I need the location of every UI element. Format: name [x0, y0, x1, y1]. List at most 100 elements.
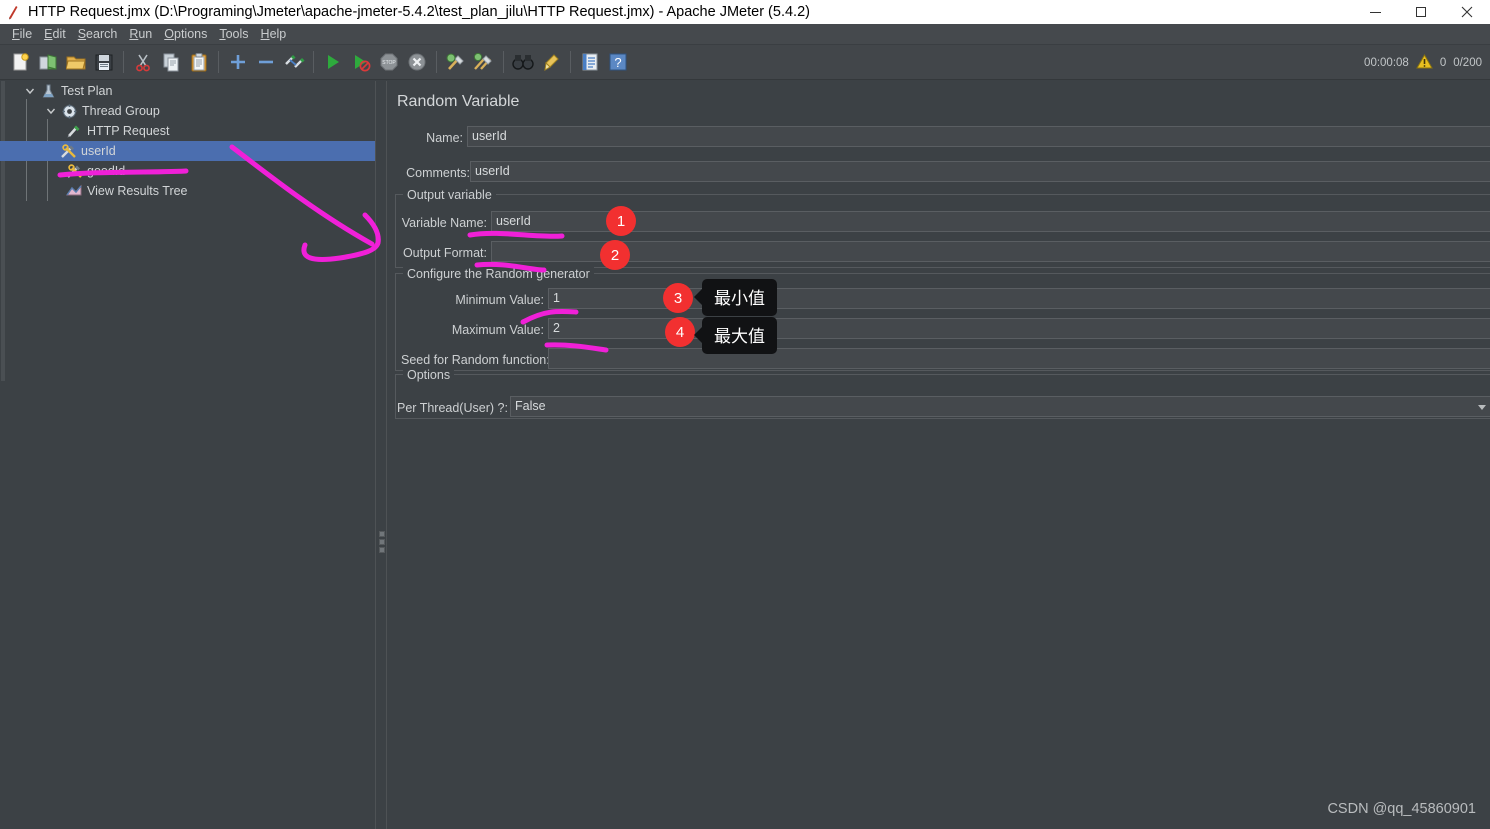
menu-help[interactable]: Help — [255, 25, 293, 44]
shutdown-button[interactable] — [404, 49, 430, 75]
templates-button[interactable] — [35, 49, 61, 75]
chevron-down-icon[interactable] — [1478, 405, 1486, 410]
watermark: CSDN @qq_45860901 — [1327, 801, 1476, 817]
maximize-button[interactable] — [1398, 0, 1444, 24]
name-label: Name: — [426, 131, 463, 145]
function-helper-button[interactable] — [577, 49, 603, 75]
menu-options[interactable]: Options — [158, 25, 213, 44]
seed-label: Seed for Random function: — [401, 353, 550, 367]
tree-node-label: goodId — [87, 164, 126, 178]
menu-run[interactable]: Run — [123, 25, 158, 44]
tooltip-maximum-value: 最大值 — [694, 317, 777, 354]
toolbar: STOP ? 00:00:08 0 0/200 — [0, 45, 1490, 80]
chevron-down-icon[interactable] — [22, 81, 38, 101]
menu-file[interactable]: File — [6, 25, 38, 44]
cut-button[interactable] — [130, 49, 156, 75]
tree-node-view-results-tree[interactable]: View Results Tree — [6, 181, 188, 201]
output-format-input[interactable] — [491, 241, 1490, 262]
tree-node-goodid[interactable]: goodId — [6, 161, 125, 181]
clear-button[interactable] — [443, 49, 469, 75]
chevron-down-icon[interactable] — [43, 101, 59, 121]
toolbar-separator — [218, 51, 219, 73]
menu-run-rest: un — [138, 26, 153, 41]
minimize-button[interactable] — [1352, 0, 1398, 24]
toggle-pencil-button[interactable] — [281, 49, 307, 75]
tooltip-arrow-icon — [694, 326, 703, 344]
tree-scrollbar-thumb[interactable] — [1, 81, 5, 381]
expand-all-button[interactable] — [225, 49, 251, 75]
menu-run-mnemonic: R — [129, 26, 139, 41]
comments-input[interactable]: userId — [470, 161, 1490, 182]
close-icon[interactable] — [1444, 0, 1490, 24]
tree-node-thread-group[interactable]: Thread Group — [6, 101, 160, 121]
tree-node-label: HTTP Request — [87, 124, 170, 138]
output-variable-legend: Output variable — [403, 188, 496, 202]
save-button[interactable] — [91, 49, 117, 75]
toolbar-separator — [436, 51, 437, 73]
variable-name-input[interactable]: userId — [491, 211, 1490, 232]
maximum-value-label: Maximum Value: — [451, 323, 544, 337]
name-input[interactable]: userId — [467, 126, 1490, 147]
tree-node-label: userId — [81, 144, 116, 158]
new-button[interactable] — [7, 49, 33, 75]
tree-node-label: Test Plan — [61, 84, 113, 98]
menu-edit-mnemonic: E — [44, 26, 53, 41]
test-plan-tree: Test Plan Thread Group HTTP Request user… — [0, 81, 375, 829]
splitter-grip[interactable] — [379, 531, 385, 553]
random-variable-icon — [64, 161, 84, 181]
tooltip-maximum-text: 最大值 — [714, 327, 765, 346]
title-bar: HTTP Request.jmx (D:\Programing\Jmeter\a… — [0, 0, 1490, 24]
tree-node-test-plan[interactable]: Test Plan — [6, 81, 112, 101]
menu-file-rest: ile — [19, 26, 33, 41]
open-button[interactable] — [63, 49, 89, 75]
test-plan-icon — [38, 81, 58, 101]
menu-edit-rest: dit — [52, 26, 66, 41]
menu-edit[interactable]: Edit — [38, 25, 72, 44]
panel-splitter[interactable] — [375, 81, 387, 829]
start-button[interactable] — [320, 49, 346, 75]
output-format-label: Output Format: — [402, 246, 487, 260]
svg-text:?: ? — [614, 55, 621, 70]
menu-tools[interactable]: Tools — [213, 25, 254, 44]
paste-button[interactable] — [186, 49, 212, 75]
per-thread-select[interactable]: False — [510, 396, 1490, 417]
toolbar-separator — [570, 51, 571, 73]
reset-search-button[interactable] — [538, 49, 564, 75]
clear-all-button[interactable] — [471, 49, 497, 75]
tooltip-minimum-text: 最小值 — [714, 289, 765, 308]
menu-help-mnemonic: H — [260, 26, 270, 41]
toolbar-status: 00:00:08 0 0/200 — [1364, 45, 1482, 80]
toolbar-separator — [503, 51, 504, 73]
warning-triangle-icon[interactable] — [1415, 53, 1433, 72]
random-variable-editor: Random Variable Name: userId Comments: u… — [388, 81, 1490, 829]
tree-node-label: Thread Group — [82, 104, 160, 118]
annotation-badge-2: 2 — [600, 240, 630, 270]
tree-node-http-request[interactable]: HTTP Request — [6, 121, 169, 141]
collapse-all-button[interactable] — [253, 49, 279, 75]
annotation-badge-1: 1 — [606, 206, 636, 236]
copy-button[interactable] — [158, 49, 184, 75]
window-controls — [1352, 0, 1490, 24]
thread-counter: 0/200 — [1453, 56, 1482, 69]
search-button[interactable] — [510, 49, 536, 75]
tree-node-userid[interactable]: userId — [0, 141, 375, 161]
menu-search-mnemonic: S — [77, 26, 87, 41]
per-thread-label: Per Thread(User) ?: — [397, 401, 508, 415]
svg-text:STOP: STOP — [382, 60, 396, 66]
help-button[interactable]: ? — [605, 49, 631, 75]
annotation-badge-3: 3 — [663, 283, 693, 313]
start-no-pauses-button[interactable] — [348, 49, 374, 75]
stop-button[interactable]: STOP — [376, 49, 402, 75]
tree-node-label: View Results Tree — [87, 184, 188, 198]
http-request-icon — [64, 121, 84, 141]
toolbar-separator — [313, 51, 314, 73]
menu-options-mnemonic: O — [164, 26, 174, 41]
menu-search[interactable]: Search — [72, 25, 124, 44]
error-count: 0 — [1439, 56, 1447, 69]
seed-input[interactable] — [548, 348, 1490, 369]
per-thread-value: False — [515, 399, 546, 413]
menu-search-rest: earch — [86, 26, 118, 41]
random-variable-icon — [58, 141, 78, 161]
menu-help-rest: elp — [269, 26, 287, 41]
menu-file-mnemonic: F — [12, 26, 20, 41]
